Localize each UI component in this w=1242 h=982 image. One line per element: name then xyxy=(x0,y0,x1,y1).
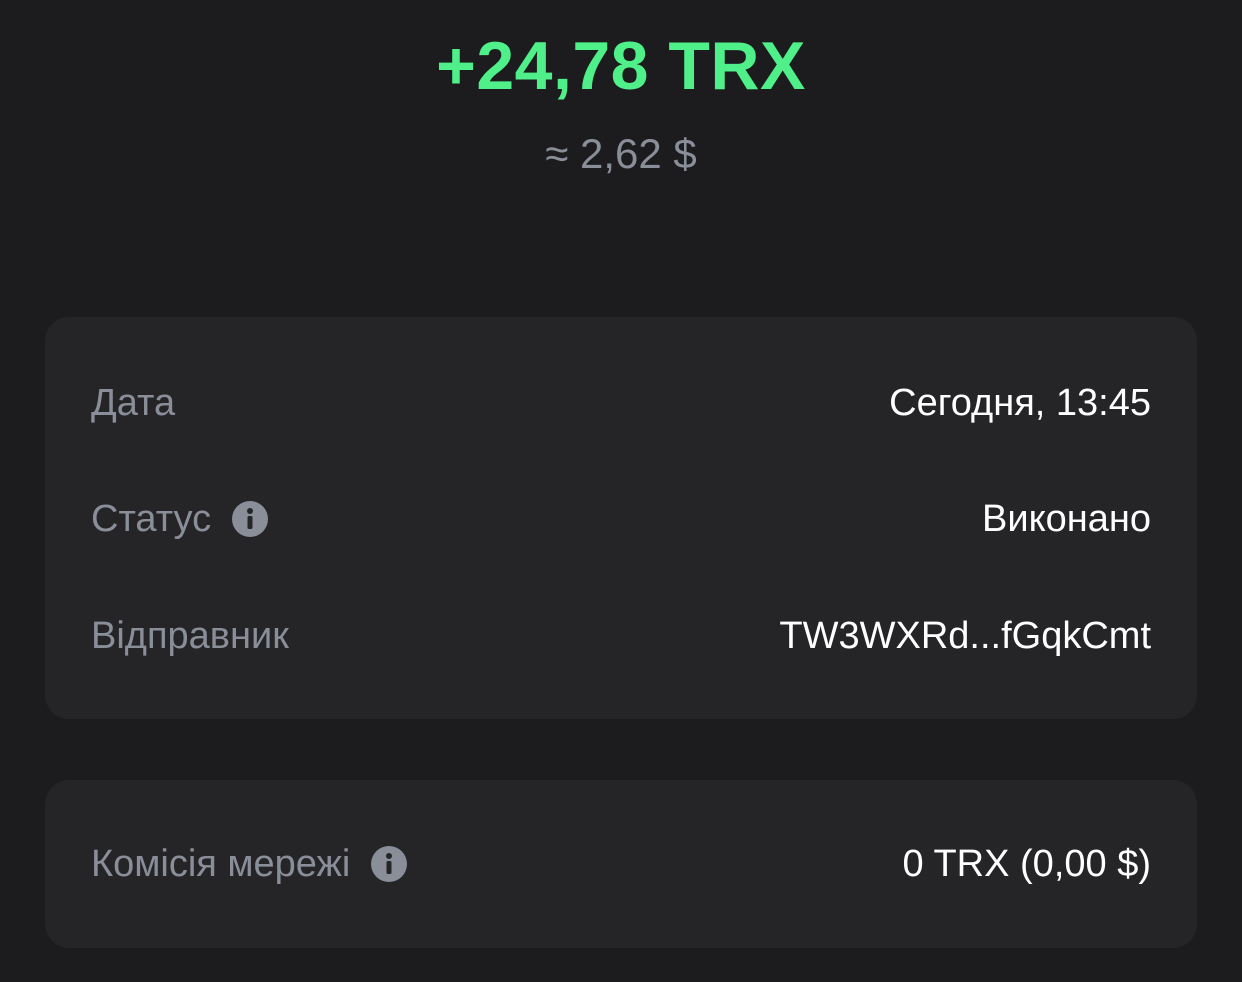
date-row: Дата Сегодня, 13:45 xyxy=(91,375,1151,431)
transaction-details-card: Дата Сегодня, 13:45 Статус Виконано Відп… xyxy=(45,317,1197,719)
network-fee-info-icon[interactable] xyxy=(370,845,408,883)
status-label: Статус xyxy=(91,497,212,540)
network-fee-row: Комісія мережі 0 TRX (0,00 $) xyxy=(91,836,1151,892)
sender-row[interactable]: Відправник TW3WXRd...fGqkCmt xyxy=(91,608,1151,664)
transaction-fiat-value: ≈ 2,62 $ xyxy=(545,130,697,177)
sender-label: Відправник xyxy=(91,614,289,657)
status-info-icon[interactable] xyxy=(231,500,269,538)
sender-address[interactable]: TW3WXRd...fGqkCmt xyxy=(779,615,1151,658)
date-value: Сегодня, 13:45 xyxy=(889,381,1151,424)
status-value: Виконано xyxy=(982,497,1151,540)
status-label-group: Статус xyxy=(91,498,269,541)
network-fee-card: Комісія мережі 0 TRX (0,00 $) xyxy=(45,780,1197,948)
network-fee-value: 0 TRX (0,00 $) xyxy=(902,842,1151,885)
transaction-amount: +24,78 TRX xyxy=(436,28,806,104)
network-fee-label: Комісія мережі xyxy=(91,842,351,885)
network-fee-label-group: Комісія мережі xyxy=(91,843,408,886)
date-label: Дата xyxy=(91,381,176,424)
status-row: Статус Виконано xyxy=(91,491,1151,547)
